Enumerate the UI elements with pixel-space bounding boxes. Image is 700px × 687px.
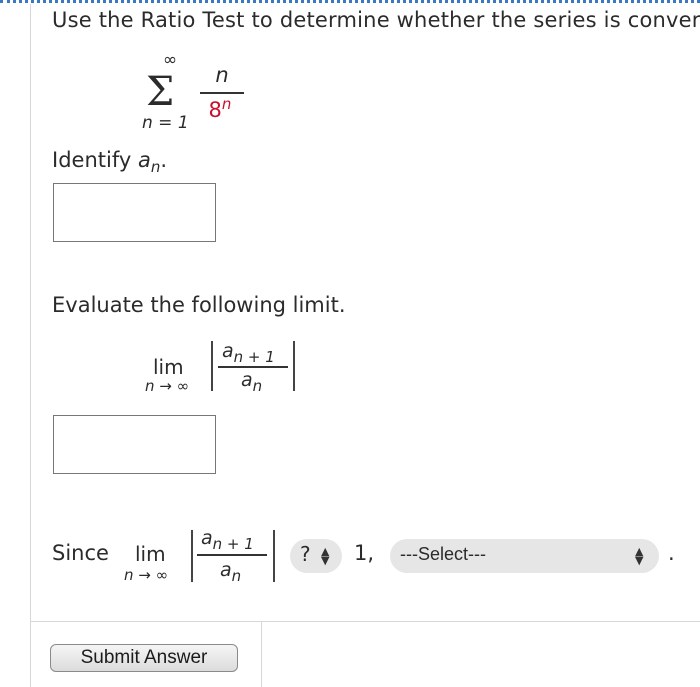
identify-var: a xyxy=(137,148,151,172)
since-abs-bar-right xyxy=(273,530,275,582)
den-sub: n xyxy=(252,376,263,395)
identify-period: . xyxy=(160,148,168,172)
ratio-fraction-bar xyxy=(218,366,288,368)
identify-label: Identify xyxy=(52,148,132,172)
abs-bar-left xyxy=(211,341,213,391)
answer-limit-input[interactable] xyxy=(53,415,216,474)
sigma-symbol: Σ xyxy=(146,69,175,115)
sum-upper-limit: ∞ xyxy=(163,50,178,70)
ratio-denominator: an xyxy=(241,369,262,395)
conclusion-select[interactable]: ---Select--- ▲ ▼ xyxy=(390,539,659,573)
limit-word: lim xyxy=(153,355,184,379)
limit-subscript: n → ∞ xyxy=(145,377,190,395)
identify-prompt: Identify an. xyxy=(52,148,167,176)
left-rule xyxy=(30,4,31,687)
since-ratio-numerator: an + 1 xyxy=(201,527,254,553)
since-limit-word: lim xyxy=(135,542,166,566)
since-den-var: a xyxy=(220,559,232,581)
final-period: . xyxy=(668,541,675,565)
evaluate-prompt: Evaluate the following limit. xyxy=(52,293,346,317)
conclusion-select-value: ---Select--- xyxy=(400,544,486,564)
series-numerator: n xyxy=(215,63,229,87)
since-num-var: a xyxy=(201,527,213,549)
footer-vertical-divider xyxy=(261,621,262,687)
ratio-numerator: an + 1 xyxy=(222,340,275,366)
submit-answer-button[interactable]: Submit Answer xyxy=(50,644,238,672)
top-dotted-border xyxy=(0,0,700,3)
comparison-select-value: ? xyxy=(300,542,311,566)
num-sub: n + 1 xyxy=(233,347,275,366)
since-num-sub: n + 1 xyxy=(212,534,254,553)
denominator-base: 8 xyxy=(208,98,222,122)
chevron-up-down-icon: ▲ ▼ xyxy=(635,545,644,567)
one-text: 1, xyxy=(354,541,375,565)
abs-bar-right xyxy=(293,341,295,391)
den-var: a xyxy=(241,369,253,391)
since-den-sub: n xyxy=(231,566,242,585)
since-ratio-denominator: an xyxy=(220,559,241,585)
answer-an-input[interactable] xyxy=(53,183,216,242)
question-intro: Use the Ratio Test to determine whether … xyxy=(52,8,700,32)
identify-sub: n xyxy=(150,158,161,177)
footer-divider xyxy=(30,621,700,622)
sum-lower-text: n = 1 xyxy=(142,113,189,133)
since-abs-bar-left xyxy=(191,530,193,582)
num-var: a xyxy=(222,340,234,362)
denominator-exponent: n xyxy=(221,95,232,113)
series-fraction-bar xyxy=(200,92,244,94)
comparison-select[interactable]: ? ▲ ▼ xyxy=(290,539,342,573)
since-label: Since xyxy=(52,541,109,565)
sum-lower-limit: n = 1 xyxy=(142,113,189,133)
since-limit-subscript: n → ∞ xyxy=(124,566,169,584)
chevron-up-down-icon: ▲ ▼ xyxy=(321,545,330,567)
since-ratio-fraction-bar xyxy=(197,554,267,556)
series-denominator: 8n xyxy=(198,95,242,122)
